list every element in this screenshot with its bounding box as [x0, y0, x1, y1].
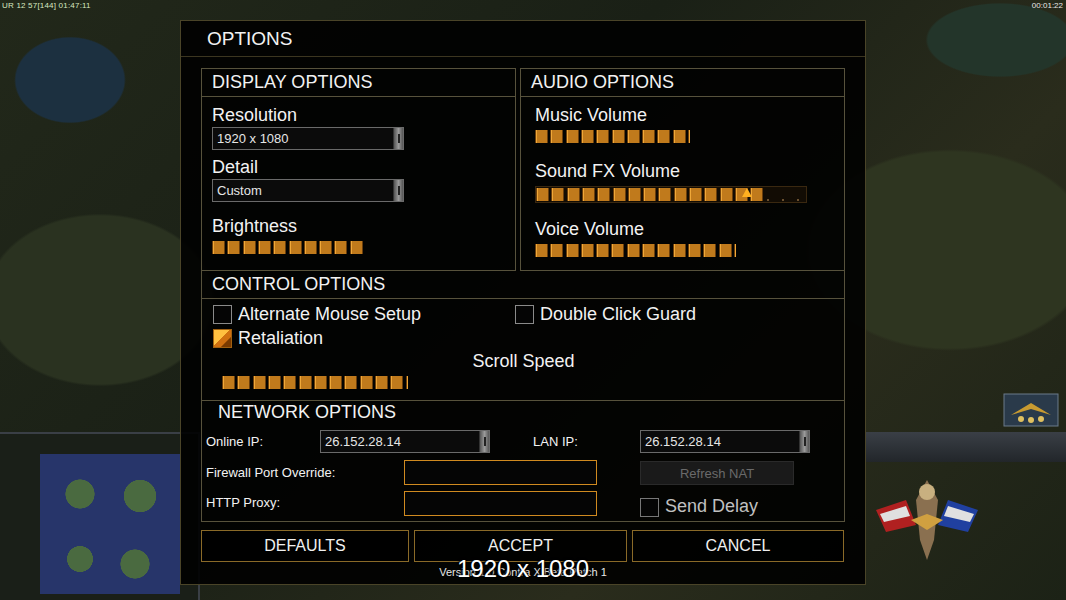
window-title: OPTIONS — [181, 21, 865, 57]
field-label: Firewall Port Override: — [206, 465, 404, 481]
checkbox-label[interactable]: Alternate Mouse Setup — [238, 304, 421, 326]
slider-fill[interactable] — [212, 241, 363, 254]
slider-track[interactable] — [535, 186, 807, 203]
field-label: Voice Volume — [535, 219, 834, 241]
top-sections: DISPLAY OPTIONS Resolution1920 x 1080 Deta… — [201, 68, 845, 271]
options-window: OPTIONSDISPLAY OPTIONSResolution1920 x 1… — [180, 20, 866, 585]
status-readout: UR 12 57[144] 01:47:11 — [2, 1, 91, 11]
dropdown-arrow-icon[interactable] — [393, 128, 403, 149]
defaults-button[interactable]: DEFAULTS — [201, 530, 409, 562]
field-label: HTTP Proxy: — [206, 495, 404, 511]
network-fields: Online IP:26.152.28.14LAN IP:26.152.28.1… — [202, 424, 844, 519]
network-row: Firewall Port Override: Refresh NAT — [206, 460, 840, 485]
dropdown-arrow-icon[interactable] — [799, 431, 809, 452]
dropdown-arrow-icon[interactable] — [393, 180, 403, 201]
dropdown-value[interactable]: 26.152.28.14 — [321, 431, 479, 452]
slider-track[interactable] — [212, 241, 452, 254]
audio-fields: Music Volume Sound FX Volume Voice Volume — [521, 97, 844, 257]
resolution-overlay: 1920 x 1080 — [201, 555, 845, 584]
slider-fill[interactable] — [222, 376, 408, 389]
cancel-button[interactable]: CANCEL — [632, 530, 844, 562]
slider-fill[interactable] — [535, 244, 736, 257]
checkbox[interactable] — [640, 498, 659, 517]
checkbox-label[interactable]: Retaliation — [238, 328, 323, 350]
options-body: DISPLAY OPTIONS Resolution1920 x 1080 Deta… — [181, 57, 865, 579]
checkbox[interactable] — [515, 305, 534, 324]
version-label: Version 1.0 Contra X Beta Patch 1 — [439, 566, 607, 578]
port-input[interactable] — [404, 460, 597, 485]
slider-fill[interactable] — [536, 188, 766, 201]
field-label: Resolution — [212, 105, 505, 127]
field-label: LAN IP: — [533, 434, 640, 450]
slider-thumb-icon[interactable] — [742, 188, 752, 197]
accept-button[interactable]: ACCEPT — [414, 530, 627, 562]
volume-field: Sound FX Volume — [535, 161, 834, 203]
dropdown-value[interactable]: 1920 x 1080 — [213, 128, 393, 149]
network-row: HTTP Proxy: Send Delay — [206, 487, 840, 519]
section-title: NETWORK OPTIONS — [202, 401, 844, 424]
control-fields: Alternate Mouse Setup Double Click Guard R… — [202, 299, 844, 389]
volume-field: Voice Volume — [535, 219, 834, 257]
scroll-slider — [222, 376, 834, 389]
checkbox[interactable] — [213, 329, 232, 348]
dropdown[interactable]: Custom — [212, 179, 404, 202]
volume-field: Music Volume — [535, 105, 834, 143]
field-label: Scroll Speed — [213, 351, 834, 373]
refresh-nat-button: Refresh NAT — [640, 461, 794, 485]
checkbox-row[interactable]: Send Delay — [640, 495, 758, 519]
checkbox-label[interactable]: Send Delay — [665, 496, 758, 518]
field-label: Sound FX Volume — [535, 161, 834, 183]
dropdown-value[interactable]: Custom — [213, 180, 393, 201]
game-timer: 00:01:22 — [1032, 1, 1063, 11]
rank-icon — [1003, 393, 1059, 427]
audio-section: AUDIO OPTIONS Music Volume Sound FX Volume… — [520, 68, 845, 271]
proxy-input[interactable] — [404, 491, 597, 516]
dropdown[interactable]: 1920 x 1080 — [212, 127, 404, 150]
slider-track[interactable] — [535, 130, 807, 143]
checkbox[interactable] — [213, 305, 232, 324]
display-fields: Resolution1920 x 1080 DetailCustom Brightn… — [202, 97, 515, 254]
checkbox-row[interactable]: Retaliation — [213, 327, 515, 351]
dropdown-field: DetailCustom — [212, 157, 505, 202]
button-row: DEFAULTSACCEPTCANCEL — [201, 530, 845, 562]
dropdown[interactable]: 26.152.28.14 — [320, 430, 490, 453]
network-row: Online IP:26.152.28.14LAN IP:26.152.28.1… — [206, 430, 840, 453]
dropdown-value[interactable]: 26.152.28.14 — [641, 431, 799, 452]
dropdown-field: Resolution1920 x 1080 — [212, 105, 505, 150]
field-label: Music Volume — [535, 105, 834, 127]
checkbox-row[interactable]: Alternate Mouse Setup — [213, 303, 515, 327]
command-bar — [866, 432, 1066, 462]
version-text: Version 1.0 Contra X Beta Patch 11920 x … — [201, 566, 845, 579]
network-section: NETWORK OPTIONSOnline IP:26.152.28.14LAN… — [201, 401, 845, 522]
control-section: CONTROL OPTIONS Alternate Mouse Setup Doub… — [201, 271, 845, 401]
dropdown-arrow-icon[interactable] — [479, 431, 489, 452]
slider-field: Brightness — [212, 216, 505, 254]
slider-fill[interactable] — [535, 130, 690, 143]
section-title: AUDIO OPTIONS — [521, 69, 844, 97]
minimap[interactable] — [0, 432, 200, 600]
faction-emblem-icon — [866, 470, 988, 570]
section-title: DISPLAY OPTIONS — [202, 69, 515, 97]
dropdown[interactable]: 26.152.28.14 — [640, 430, 810, 453]
section-title: CONTROL OPTIONS — [202, 271, 844, 299]
game-screen: UR 12 57[144] 01:47:11 00:01:22 OPTIONS DIS… — [0, 0, 1066, 600]
field-label: Brightness — [212, 216, 505, 238]
minimap-map[interactable] — [40, 454, 180, 594]
field-label: Detail — [212, 157, 505, 179]
slider-track[interactable] — [222, 376, 522, 389]
field-label: Online IP: — [206, 434, 320, 450]
display-section: DISPLAY OPTIONS Resolution1920 x 1080 Deta… — [201, 68, 516, 271]
slider-track[interactable] — [535, 244, 807, 257]
checkbox-row[interactable]: Double Click Guard — [515, 303, 834, 327]
checkbox-label[interactable]: Double Click Guard — [540, 304, 696, 326]
checkbox-grid: Alternate Mouse Setup Double Click Guard R… — [213, 303, 834, 351]
